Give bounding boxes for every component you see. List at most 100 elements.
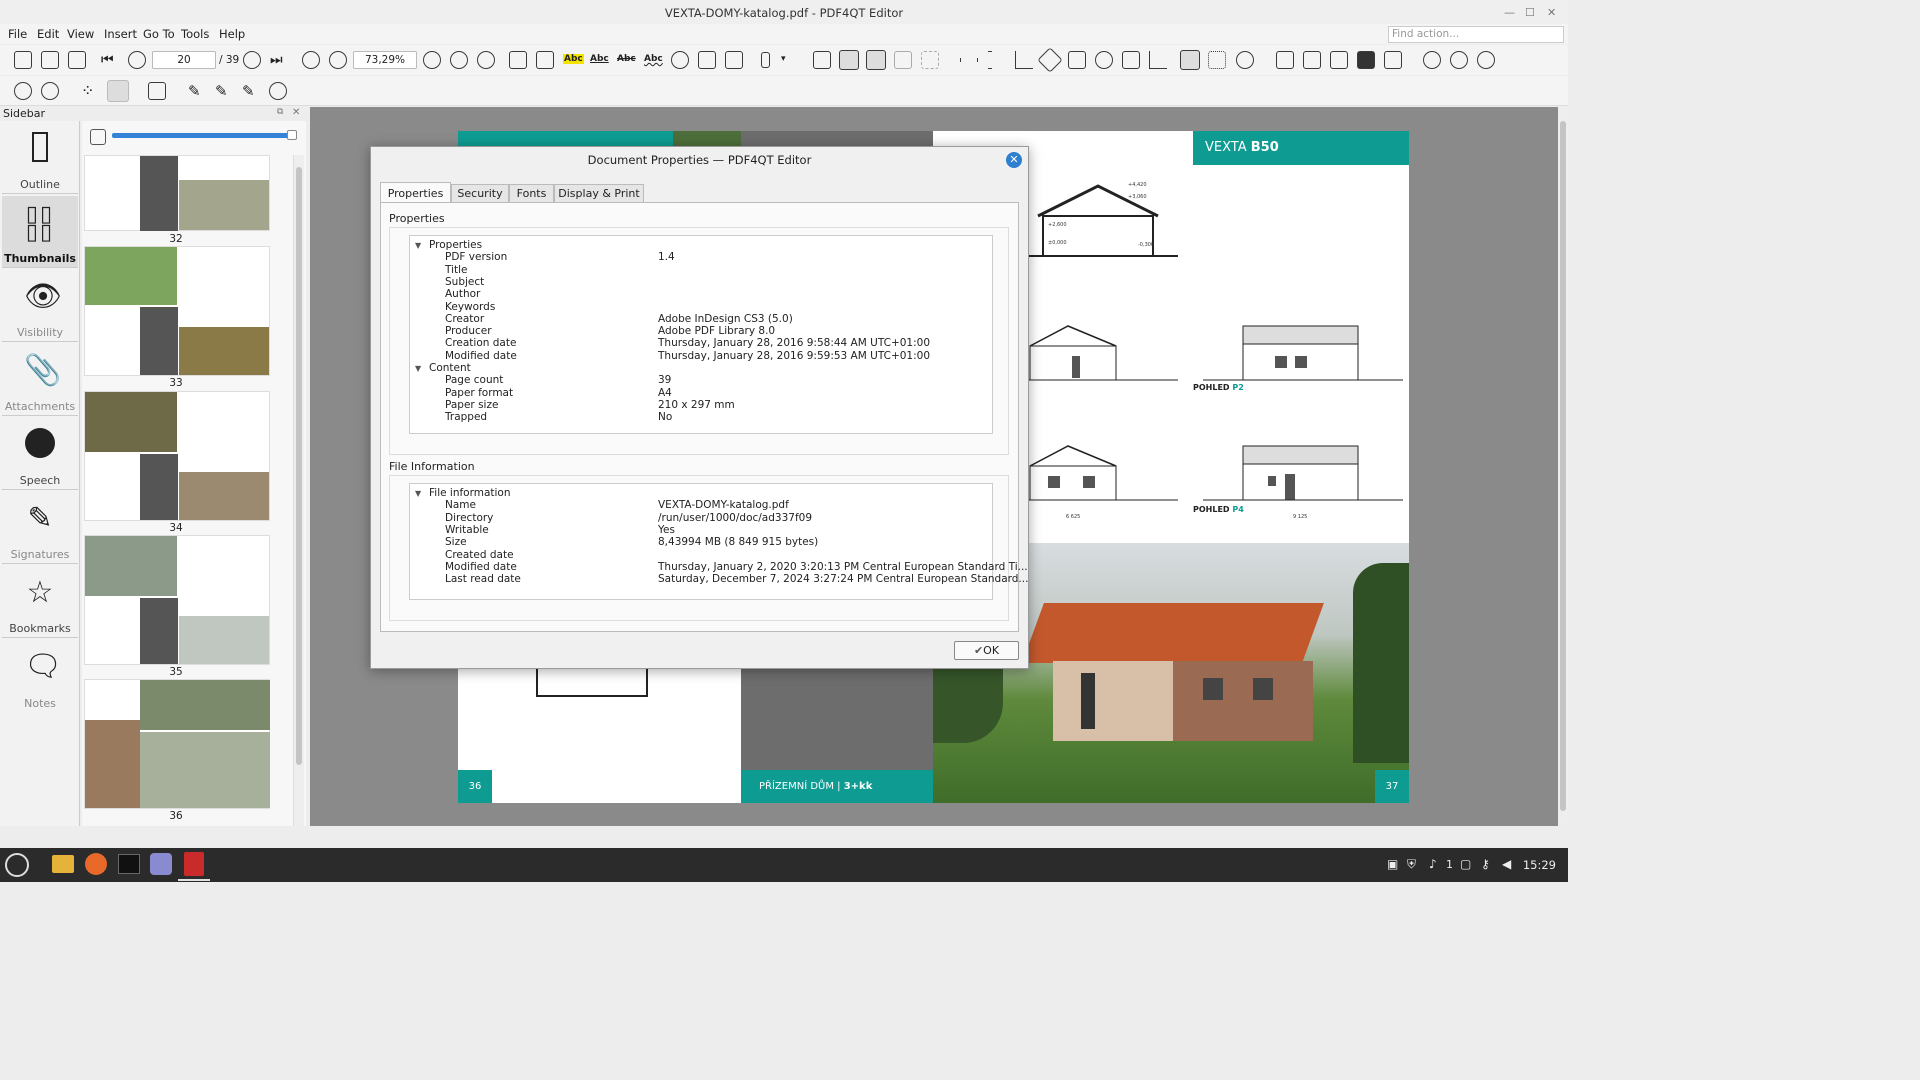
clipboard-icon[interactable]: ▢ — [1460, 857, 1471, 871]
measure-distance-icon[interactable] — [960, 58, 978, 62]
camera-icon[interactable] — [698, 51, 716, 69]
sidebar-item-visibility[interactable]: 👁 Visibility — [2, 270, 78, 342]
network-icon[interactable]: ⚷ — [1481, 857, 1490, 871]
tree-row[interactable]: Author — [410, 288, 992, 301]
tree-row[interactable]: Producer Adobe PDF Library 8.0 — [410, 325, 992, 338]
start-menu-icon[interactable] — [5, 853, 29, 877]
target-icon[interactable] — [1095, 51, 1113, 69]
float-icon[interactable]: ⧉ — [277, 107, 283, 117]
tab-security[interactable]: Security — [451, 184, 509, 203]
table-select-icon[interactable] — [536, 51, 554, 69]
tree-group-row[interactable]: ▼ File information — [410, 487, 992, 500]
tree-row[interactable]: Subject — [410, 276, 992, 289]
first-page-icon[interactable]: ⏮ — [101, 51, 119, 69]
pdf-editor-icon[interactable] — [184, 852, 204, 876]
menu-view[interactable]: View — [67, 27, 94, 41]
optimize-icon[interactable] — [1303, 51, 1321, 69]
sidebar-close-icon[interactable]: ✕ — [292, 107, 300, 118]
terminal-icon[interactable] — [118, 854, 140, 874]
tree-row[interactable]: Page count 39 — [410, 374, 992, 387]
thumbnail-page-34[interactable] — [84, 391, 270, 521]
star-burst-icon[interactable] — [41, 82, 59, 100]
tree-row[interactable]: Created date — [410, 549, 992, 562]
calendar-icon[interactable]: ▣ — [1387, 857, 1398, 871]
sidebar-item-thumbnails[interactable]: ▯▯ ▯▯ Thumbnails — [2, 196, 78, 268]
tree-row[interactable]: Last read date Saturday, December 7, 2024… — [410, 573, 1028, 586]
tab-fonts[interactable]: Fonts — [509, 184, 554, 203]
volume-icon[interactable]: ◀ — [1502, 857, 1511, 871]
fit-width-icon[interactable] — [450, 51, 468, 69]
tree-row[interactable]: PDF version 1.4 — [410, 251, 992, 264]
zoom-input[interactable]: 73,29% — [353, 51, 417, 69]
thumbnail-page-32[interactable] — [84, 155, 270, 231]
save-icon[interactable] — [41, 51, 59, 69]
tree-row[interactable]: Name VEXTA-DOMY-katalog.pdf — [410, 499, 992, 512]
expand-arrow-icon[interactable]: ▼ — [415, 239, 421, 252]
tree-row[interactable]: Modified date Thursday, January 28, 2016 … — [410, 350, 992, 363]
zoom-out-icon[interactable] — [329, 51, 347, 69]
slider-handle[interactable] — [287, 130, 297, 140]
rotate-icon[interactable] — [1037, 47, 1063, 73]
sign-cert-icon[interactable]: ✎ — [242, 82, 260, 100]
dots-icon[interactable]: ⁘ — [81, 82, 99, 100]
highlight-icon[interactable]: Abc — [563, 54, 584, 64]
render-icon[interactable] — [1357, 51, 1375, 69]
sidebar-item-bookmarks[interactable]: ☆ Bookmarks — [2, 566, 78, 638]
sidebar-item-notes[interactable]: 🗨 Notes — [2, 640, 78, 712]
gear-icon[interactable] — [1477, 51, 1495, 69]
menu-insert[interactable]: Insert — [104, 27, 137, 41]
prev-page-icon[interactable] — [128, 51, 146, 69]
fit-height-icon[interactable] — [477, 51, 495, 69]
document-scrollbar[interactable] — [1558, 107, 1568, 826]
two-pages-icon[interactable] — [839, 50, 859, 70]
firefox-icon[interactable] — [85, 853, 107, 875]
open-icon[interactable] — [14, 51, 32, 69]
sidebar-item-outline[interactable]: Outline — [2, 122, 78, 194]
tree-row[interactable]: Trapped No — [410, 411, 992, 424]
document-icon[interactable] — [148, 82, 166, 100]
fit-page-icon[interactable] — [423, 51, 441, 69]
ok-button[interactable]: ✔OK — [954, 641, 1019, 660]
shield-icon[interactable]: ⛨ — [1407, 857, 1416, 872]
tree-row[interactable]: Directory/run/user/1000/doc/ad337f09 — [410, 512, 992, 525]
thumbnail-page-33[interactable] — [84, 246, 270, 376]
menu-tools[interactable]: Tools — [181, 27, 209, 41]
next-page-icon[interactable] — [243, 51, 261, 69]
tab-display-print[interactable]: Display & Print — [554, 184, 644, 203]
measure-vertical-icon[interactable] — [988, 51, 992, 69]
select-region-icon[interactable] — [921, 51, 939, 69]
tree-row[interactable]: Title — [410, 264, 992, 277]
print-icon[interactable] — [1384, 51, 1402, 69]
strikeout-icon[interactable]: Abc — [617, 54, 636, 64]
compare-icon[interactable] — [894, 51, 912, 69]
tree-row[interactable]: Paper format A4 — [410, 387, 992, 400]
dialog-close-icon[interactable]: ✕ — [1006, 152, 1022, 168]
thumbnail-size-slider[interactable] — [112, 133, 292, 138]
fileinfo-tree[interactable]: ▼ File information Name VEXTA-DOMY-katalog.… — [409, 483, 1028, 600]
menu-help[interactable]: Help — [219, 27, 245, 41]
underline-icon[interactable]: Abc — [590, 54, 609, 64]
menu-goto[interactable]: Go To — [143, 27, 175, 41]
text-editor-icon[interactable] — [150, 853, 172, 875]
thumbnail-zoom-icon[interactable] — [90, 129, 106, 145]
tree-group-row[interactable]: ▼ Properties — [410, 239, 992, 252]
sign-verify-icon[interactable]: ✎ — [215, 82, 233, 100]
grid-icon[interactable] — [866, 50, 886, 70]
statistics-icon[interactable] — [107, 80, 129, 102]
thumbnails-scrollbar[interactable] — [293, 155, 304, 826]
save-as-icon[interactable] — [68, 51, 86, 69]
expand-arrow-icon[interactable]: ▼ — [415, 362, 421, 375]
guides-icon[interactable] — [1208, 51, 1226, 69]
sidebar-item-speech[interactable]: Speech — [2, 418, 78, 490]
thumbnail-page-35[interactable] — [84, 535, 270, 665]
sign-icon[interactable]: ✎ — [188, 82, 206, 100]
tree-row[interactable]: Creation date Thursday, January 28, 2016 … — [410, 337, 992, 350]
page-number-input[interactable]: 20 — [152, 51, 216, 69]
encrypt-icon[interactable] — [1276, 51, 1294, 69]
menu-edit[interactable]: Edit — [37, 27, 59, 41]
minimize-icon[interactable]: — — [1504, 0, 1515, 26]
plugin-icon[interactable] — [14, 82, 32, 100]
tree-row[interactable]: Modified date Thursday, January 2, 2020 3… — [410, 561, 1028, 574]
tree-row[interactable]: Size 8,43994 MB (8 849 915 bytes) — [410, 536, 992, 549]
settings-icon[interactable] — [1236, 51, 1254, 69]
